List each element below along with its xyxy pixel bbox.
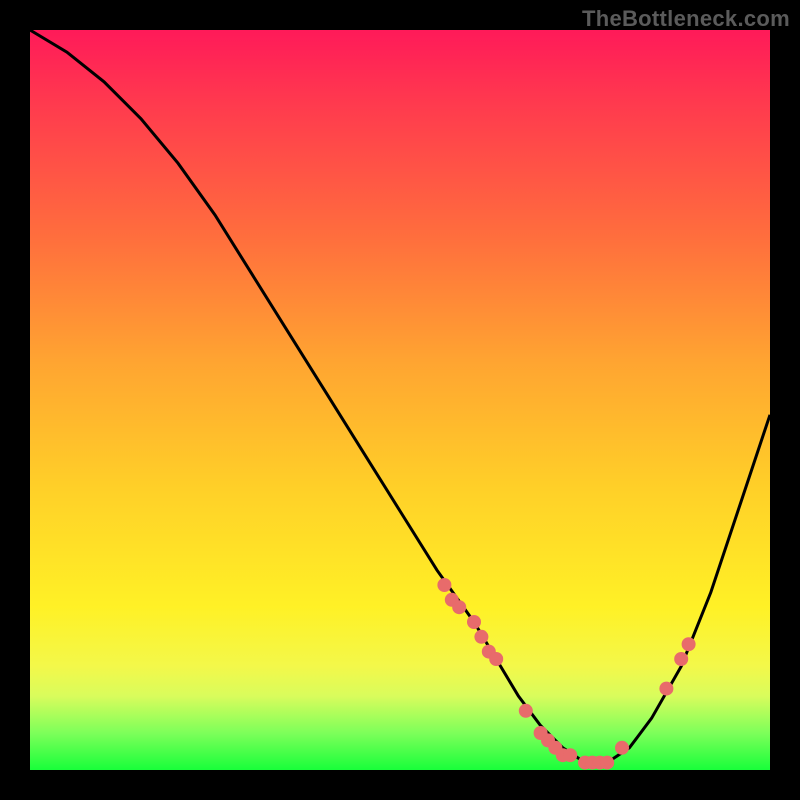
data-point-group xyxy=(437,578,695,770)
data-point xyxy=(437,578,451,592)
bottleneck-curve xyxy=(30,30,770,763)
bottleneck-chart-svg xyxy=(30,30,770,770)
attribution-label: TheBottleneck.com xyxy=(582,6,790,32)
data-point xyxy=(615,741,629,755)
data-point xyxy=(519,704,533,718)
data-point xyxy=(474,630,488,644)
data-point xyxy=(489,652,503,666)
data-point xyxy=(600,756,614,770)
data-point xyxy=(674,652,688,666)
data-point xyxy=(452,600,466,614)
data-point xyxy=(563,748,577,762)
chart-area xyxy=(30,30,770,770)
page-root: TheBottleneck.com xyxy=(0,0,800,800)
data-point xyxy=(659,682,673,696)
data-point xyxy=(467,615,481,629)
data-point xyxy=(682,637,696,651)
